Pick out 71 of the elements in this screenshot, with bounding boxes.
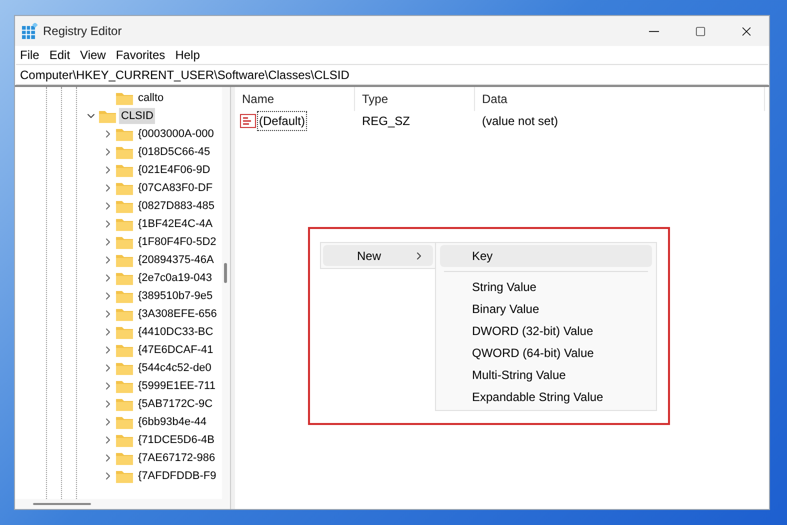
tree-item[interactable]: callto (136, 90, 166, 106)
tree-item[interactable]: {6bb93b4e-44 (136, 414, 209, 430)
registry-grid-icon (22, 23, 38, 39)
tree-item[interactable]: {021E4F06-9D (136, 162, 212, 178)
folder-icon (116, 307, 133, 321)
tree-item[interactable]: {0003000A-000 (136, 126, 216, 142)
folder-icon (99, 109, 116, 123)
folder-icon (116, 451, 133, 465)
maximize-icon (694, 26, 706, 36)
tree-item[interactable]: {7AFDFDDB-F9 (136, 468, 218, 484)
submenu-item[interactable]: Multi-String Value (440, 364, 652, 386)
menu-item[interactable]: Help (172, 47, 203, 63)
folder-icon (116, 181, 133, 195)
tree-item[interactable]: {544c4c52-de0 (136, 360, 214, 376)
column-header[interactable]: Type (355, 87, 475, 111)
address-field[interactable]: Computer\HKEY_CURRENT_USER\Software\Classes\CLSID (16, 64, 768, 85)
folder-icon (116, 379, 133, 393)
tree-item[interactable]: {2e7c0a19-043 (136, 270, 214, 286)
submenu-item[interactable]: QWORD (64-bit) Value (440, 342, 652, 364)
folder-icon (116, 361, 133, 375)
folder-icon (116, 415, 133, 429)
folder-icon (116, 433, 133, 447)
menu-item[interactable]: New (323, 245, 433, 266)
menu-item[interactable]: View (77, 47, 109, 63)
column-header[interactable]: Name (235, 87, 355, 111)
value-name[interactable]: (Default) (257, 111, 308, 131)
tree-item[interactable]: {5AB7172C-9C (136, 396, 215, 412)
tree-item[interactable]: {20894375-46A (136, 252, 216, 268)
tree-item[interactable]: {4410DC33-BC (136, 324, 216, 340)
folder-icon (116, 199, 133, 213)
tree-item[interactable]: {7AE67172-986 (136, 450, 218, 466)
table-cell-text: (value not set) (481, 113, 560, 130)
folder-icon (116, 253, 133, 267)
tree-item[interactable]: {71DCE5D6-4B (136, 432, 216, 448)
folder-icon (116, 271, 133, 285)
tree-item[interactable]: {1F80F4F0-5D2 (136, 234, 218, 250)
folder-icon (116, 145, 133, 159)
window-title: Registry Editor (43, 23, 122, 40)
menu-item[interactable]: Edit (46, 47, 74, 63)
folder-icon (116, 235, 133, 249)
tree-item[interactable]: {07CA83F0-DF (136, 180, 215, 196)
tree-item[interactable]: {1BF42E4C-4A (136, 216, 215, 232)
vertical-scrollbar[interactable] (222, 87, 230, 499)
folder-icon (116, 217, 133, 231)
tree-item[interactable]: {389510b7-9e5 (136, 288, 215, 304)
tree-item[interactable]: CLSID (119, 108, 156, 124)
submenu-item[interactable]: Binary Value (440, 298, 652, 320)
submenu-item[interactable]: DWORD (32-bit) Value (440, 320, 652, 342)
tree-item[interactable]: {3A308EFE-656 (136, 306, 219, 322)
tree-item[interactable]: {0827D883-485 (136, 198, 216, 214)
submenu-item[interactable]: String Value (440, 276, 652, 298)
horizontal-scrollbar[interactable] (15, 499, 230, 509)
submenu-item[interactable]: Expandable String Value (440, 386, 652, 408)
folder-icon (116, 163, 133, 177)
folder-icon (116, 469, 133, 483)
tree-item[interactable]: {5999E1EE-711 (136, 378, 218, 394)
table-cell-text: REG_SZ (361, 113, 412, 130)
folder-icon (116, 397, 133, 411)
menu-item[interactable]: Favorites (112, 47, 168, 63)
folder-icon (116, 91, 133, 105)
folder-icon (116, 289, 133, 303)
submenu-item[interactable]: Key (440, 245, 652, 267)
folder-icon (116, 325, 133, 339)
folder-icon (116, 127, 133, 141)
tree-item[interactable]: {018D5C66-45 (136, 144, 212, 160)
folder-icon (116, 343, 133, 357)
string-value-icon (240, 114, 256, 128)
menu-item[interactable]: File (17, 47, 42, 63)
minimize-icon (649, 30, 659, 32)
column-header[interactable]: Data (475, 87, 765, 111)
tree-item[interactable]: {47E6DCAF-41 (136, 342, 216, 358)
